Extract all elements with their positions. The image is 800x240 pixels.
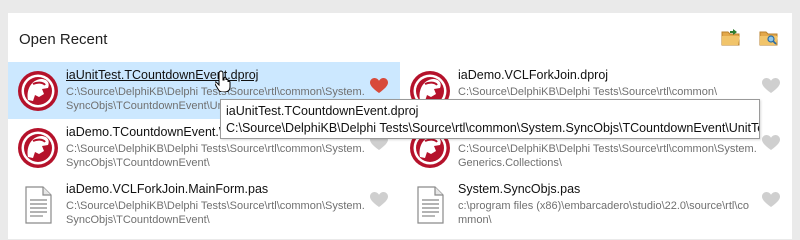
tooltip-title: iaUnitTest.TCountdownEvent.dproj <box>226 104 419 118</box>
item-path: C:\Source\DelphiKB\Delphi Tests\Source\r… <box>66 200 365 226</box>
hand-cursor-icon <box>215 70 231 92</box>
panel-title: Open Recent <box>19 31 108 48</box>
favorite-heart-icon[interactable] <box>370 192 388 208</box>
recent-item[interactable]: System.SyncObjs.pas c:\program files (x86… <box>400 176 792 233</box>
recent-item[interactable]: iaDemo.VCLForkJoin.MainForm.pas C:\Source… <box>8 176 400 233</box>
path-tooltip: iaUnitTest.TCountdownEvent.dproj C:\Sour… <box>220 99 760 139</box>
item-name[interactable]: System.SyncObjs.pas <box>458 182 580 196</box>
delphi-project-icon <box>17 127 59 169</box>
open-folder-icon[interactable] <box>721 28 741 46</box>
delphi-project-icon <box>17 70 59 112</box>
item-path: c:\program files (x86)\embarcadero\studi… <box>458 200 750 226</box>
favorite-heart-icon[interactable] <box>762 135 780 151</box>
item-name[interactable]: iaDemo.VCLForkJoin.MainForm.pas <box>66 182 268 196</box>
document-icon <box>17 184 59 226</box>
item-name[interactable]: iaDemo.VCLForkJoin.dproj <box>458 68 608 82</box>
item-path: C:\Source\DelphiKB\Delphi Tests\Source\r… <box>458 143 757 169</box>
document-icon <box>409 184 451 226</box>
favorite-heart-icon[interactable] <box>762 78 780 94</box>
favorite-heart-icon[interactable] <box>762 192 780 208</box>
browse-folder-icon[interactable] <box>759 28 779 46</box>
item-path: C:\Source\DelphiKB\Delphi Tests\Source\r… <box>66 143 365 169</box>
tooltip-path: C:\Source\DelphiKB\Delphi Tests\Source\r… <box>226 121 760 135</box>
favorite-heart-icon[interactable] <box>370 78 388 94</box>
